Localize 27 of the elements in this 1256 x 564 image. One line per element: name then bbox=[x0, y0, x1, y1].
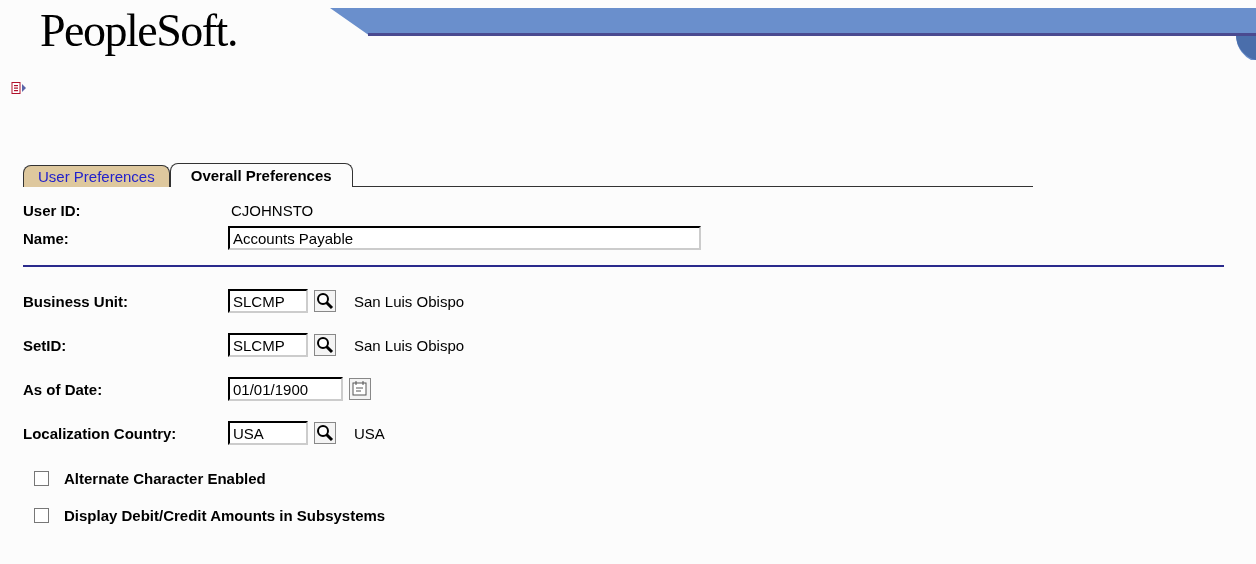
search-icon[interactable] bbox=[314, 422, 336, 444]
search-icon[interactable] bbox=[314, 334, 336, 356]
field-label: Name: bbox=[23, 229, 70, 247]
field-description: USA bbox=[354, 424, 385, 442]
tab[interactable]: User Preferences bbox=[23, 165, 170, 187]
input-field[interactable]: 01/01/1900 bbox=[228, 377, 343, 401]
input-field[interactable]: USA bbox=[228, 421, 308, 445]
logo: PeopleSoft. bbox=[40, 6, 238, 56]
menu-toggle-icon[interactable] bbox=[11, 82, 27, 94]
input-field[interactable]: SLCMP bbox=[228, 333, 308, 357]
input-field[interactable]: SLCMP bbox=[228, 289, 308, 313]
field-label: SetID: bbox=[23, 336, 68, 354]
checkbox-label: Display Debit/Credit Amounts in Subsystems bbox=[64, 507, 386, 524]
field-description: San Luis Obispo bbox=[354, 336, 465, 354]
user-id-value: CJOHNSTO bbox=[230, 201, 314, 219]
field-label: Localization Country: bbox=[23, 424, 178, 442]
checkbox[interactable] bbox=[34, 508, 49, 523]
tab[interactable]: Overall Preferences bbox=[169, 163, 353, 187]
name-field[interactable]: Accounts Payable bbox=[228, 226, 701, 250]
field-label: User ID: bbox=[23, 201, 82, 219]
field-label: As of Date: bbox=[23, 380, 104, 398]
checkbox-label: Alternate Character Enabled bbox=[64, 470, 266, 487]
search-icon[interactable] bbox=[314, 290, 336, 312]
field-description: San Luis Obispo bbox=[354, 292, 465, 310]
calendar-icon[interactable] bbox=[349, 378, 371, 400]
field-label: Business Unit: bbox=[23, 292, 129, 310]
checkbox[interactable] bbox=[34, 471, 49, 486]
